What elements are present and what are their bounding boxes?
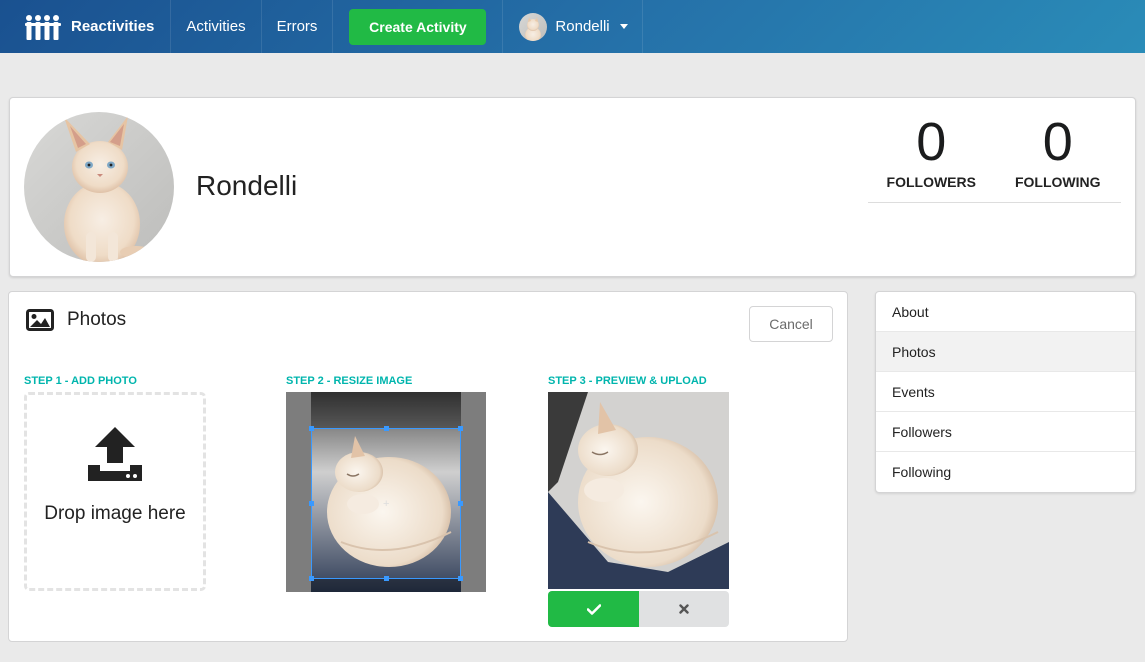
profile-header: Rondelli 0 FOLLOWERS 0 FOLLOWING xyxy=(9,97,1136,277)
caret-down-icon xyxy=(619,24,628,29)
step1-title: STEP 1 - ADD PHOTO xyxy=(24,375,137,387)
followers-count: 0 xyxy=(916,112,947,172)
side-item-photos[interactable]: Photos xyxy=(876,332,1135,372)
side-item-events[interactable]: Events xyxy=(876,372,1135,412)
dropzone-text: Drop image here xyxy=(44,503,186,524)
people-logo-icon xyxy=(25,14,61,40)
crop-handle-s[interactable] xyxy=(384,576,389,581)
upload-icon xyxy=(88,427,142,481)
image-icon xyxy=(26,309,54,331)
user-menu[interactable]: Rondelli xyxy=(503,0,643,53)
brand-link[interactable]: Reactivities xyxy=(0,0,172,53)
photo-dropzone[interactable]: Drop image here xyxy=(24,392,206,591)
crop-frame[interactable]: + xyxy=(309,426,463,581)
follow-stats: 0 FOLLOWERS 0 FOLLOWING xyxy=(868,112,1121,203)
confirm-upload-button[interactable] xyxy=(548,591,639,627)
crop-center-mark: + xyxy=(383,498,390,510)
profile-avatar xyxy=(24,112,174,262)
crop-handle-nw[interactable] xyxy=(309,426,314,431)
crop-handle-w[interactable] xyxy=(309,501,314,506)
photos-panel: Photos Cancel STEP 1 - ADD PHOTO STEP 2 … xyxy=(8,291,848,642)
photos-title: Photos xyxy=(67,309,127,330)
side-item-following[interactable]: Following xyxy=(876,452,1135,492)
user-name: Rondelli xyxy=(555,18,610,35)
cancel-button[interactable]: Cancel xyxy=(749,306,833,342)
step2-title: STEP 2 - RESIZE IMAGE xyxy=(286,375,413,387)
check-icon xyxy=(586,603,601,615)
crop-shade-top xyxy=(311,392,461,428)
brand-name: Reactivities xyxy=(71,18,155,35)
user-avatar xyxy=(519,12,548,41)
nav-errors[interactable]: Errors xyxy=(262,0,334,53)
nav-activities[interactable]: Activities xyxy=(171,0,262,53)
following-label: FOLLOWING xyxy=(1014,174,1101,190)
step3-title: STEP 3 - PREVIEW & UPLOAD xyxy=(548,375,707,387)
side-item-about[interactable]: About xyxy=(876,292,1135,332)
followers-label: FOLLOWERS xyxy=(886,174,976,190)
profile-name: Rondelli xyxy=(196,170,298,201)
following-stat: 0 FOLLOWING xyxy=(995,112,1122,202)
upload-preview-image xyxy=(548,392,729,589)
create-activity-button[interactable]: Create Activity xyxy=(349,8,487,45)
followers-stat: 0 FOLLOWERS xyxy=(868,112,995,202)
crop-handle-ne[interactable] xyxy=(458,426,463,431)
side-item-followers[interactable]: Followers xyxy=(876,412,1135,452)
crop-handle-e[interactable] xyxy=(458,501,463,506)
crop-handle-sw[interactable] xyxy=(309,576,314,581)
top-navbar: Reactivities Activities Errors Create Ac… xyxy=(0,0,1145,53)
crop-area[interactable]: + xyxy=(286,392,486,592)
create-activity-wrap: Create Activity xyxy=(333,0,504,53)
preview-actions xyxy=(548,591,729,627)
profile-side-menu: About Photos Events Followers Following xyxy=(875,291,1136,493)
close-icon xyxy=(679,604,689,614)
following-count: 0 xyxy=(1042,112,1073,172)
crop-handle-se[interactable] xyxy=(458,576,463,581)
photos-header: Photos xyxy=(26,309,126,331)
reject-upload-button[interactable] xyxy=(639,591,729,627)
crop-handle-n[interactable] xyxy=(384,426,389,431)
